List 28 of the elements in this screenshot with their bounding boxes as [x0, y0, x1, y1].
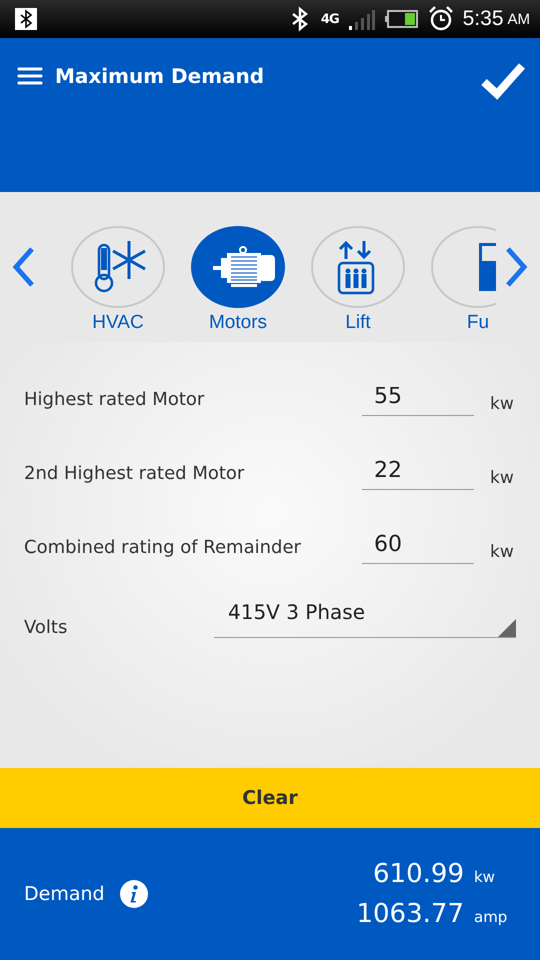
- field-label: Volts: [24, 617, 68, 638]
- signal-icon: [348, 8, 375, 30]
- clock-time: 5:35: [462, 7, 504, 31]
- bluetooth-notification-icon: [15, 8, 37, 30]
- field-label: 2nd Highest rated Motor: [24, 463, 246, 486]
- input-field[interactable]: 60: [362, 526, 474, 564]
- unit-label: kw: [490, 468, 515, 490]
- network-type-text: 4G: [320, 12, 339, 26]
- dropdown-caret-icon: [498, 619, 516, 637]
- field-label: Highest rated Motor: [24, 389, 206, 412]
- input-field[interactable]: 55: [362, 378, 474, 416]
- fuel-pump-icon: [479, 243, 496, 291]
- info-button[interactable]: [118, 879, 149, 909]
- alarm-clock-icon: [428, 6, 453, 32]
- clear-button[interactable]: Clear: [0, 768, 540, 828]
- demand-label: Demand: [24, 883, 105, 905]
- unit-label: amp: [474, 908, 508, 926]
- volts-dropdown[interactable]: 415V 3 Phase: [214, 594, 516, 638]
- screen-title: Maximum Demand: [55, 63, 264, 90]
- input-field[interactable]: 22: [362, 452, 474, 490]
- power-value: 610.99: [373, 859, 464, 889]
- current-value: 1063.77: [356, 899, 464, 929]
- unit-label: kw: [474, 868, 495, 886]
- battery-icon: [384, 9, 419, 29]
- unit-label: kw: [490, 394, 515, 416]
- clock-meridiem: AM: [508, 10, 530, 28]
- unit-label: kw: [490, 542, 515, 564]
- field-label: Combined rating of Remainder: [24, 537, 302, 560]
